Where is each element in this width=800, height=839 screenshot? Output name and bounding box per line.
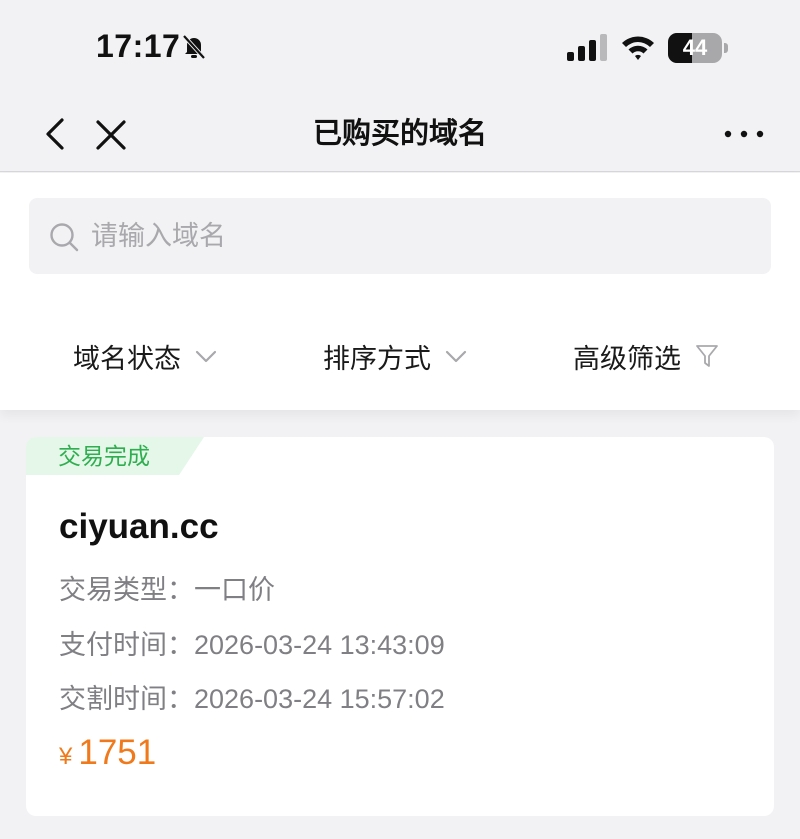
more-icon[interactable] [722,114,766,154]
filter-label: 高级筛选 [573,343,681,374]
battery-cap [724,43,728,53]
cellular-signal-icon [567,34,607,61]
delivery-time-label: 交割时间： [59,684,194,714]
domain-order-card[interactable]: 交易完成 ciyuan.cc 交易类型：一口价 支付时间：2026-03-24 … [26,437,774,816]
search-icon [50,223,79,252]
chevron-left-icon[interactable] [40,114,72,154]
wifi-icon [622,36,654,60]
status-badge-label: 交易完成 [58,443,150,469]
search-input[interactable] [91,198,751,274]
status-badge: 交易完成 [26,437,204,475]
close-icon[interactable] [94,114,128,154]
domain-name: ciyuan.cc [59,507,219,546]
status-bar: 17:17 44 [0,0,800,96]
filter-domain-status[interactable]: 域名状态 [73,328,219,384]
price: ¥1751 [59,733,156,773]
trade-type-value: 一口价 [194,575,275,605]
price-value: 1751 [78,733,157,772]
filter-label: 排序方式 [323,343,431,374]
search-box[interactable] [29,198,771,274]
payment-time-row: 支付时间：2026-03-24 13:43:09 [59,623,445,662]
filter-icon [696,345,718,367]
trade-type-label: 交易类型： [59,575,194,605]
filter-panel: 域名状态 排序方式 高级筛选 [0,173,800,410]
filter-label: 域名状态 [73,343,181,374]
delivery-time-row: 交割时间：2026-03-24 15:57:02 [59,677,445,716]
payment-time-label: 支付时间： [59,630,194,660]
filter-sort-order[interactable]: 排序方式 [323,328,469,384]
trade-type-row: 交易类型：一口价 [59,568,275,607]
filter-row: 域名状态 排序方式 高级筛选 [0,328,800,384]
currency-symbol: ¥ [59,743,73,770]
battery-body: 44 [668,33,722,63]
navigation-bar: 已购买的域名 [0,96,800,172]
status-time: 17:17 [96,28,181,64]
battery-icon: 44 [668,33,730,63]
filter-advanced[interactable]: 高级筛选 [573,328,719,384]
delivery-time-value: 2026-03-24 15:57:02 [194,684,445,714]
chevron-down-icon [195,350,217,363]
payment-time-value: 2026-03-24 13:43:09 [194,630,445,660]
chevron-down-icon [445,350,467,363]
bell-off-icon [182,34,206,60]
battery-percentage: 44 [682,35,708,60]
